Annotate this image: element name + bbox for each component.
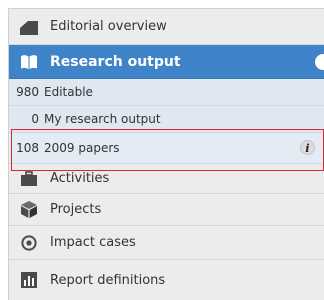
- nav-item-research-output[interactable]: Research output: [9, 45, 324, 79]
- sub-item-label: 2009 papers: [44, 141, 120, 155]
- nav-item-label: Activities: [50, 171, 110, 186]
- nav-item-label: Report definitions: [50, 272, 166, 288]
- target-icon: [20, 234, 38, 252]
- collapse-toggle[interactable]: [315, 54, 324, 70]
- nav-item-label: Editorial overview: [50, 19, 167, 34]
- nav-item-label: Impact cases: [50, 235, 136, 250]
- nav-item-activities[interactable]: Activities: [9, 164, 324, 194]
- item-count: 980: [16, 85, 39, 99]
- nav-item-label: Projects: [50, 202, 102, 217]
- sub-item-my-research-output[interactable]: 0 My research output: [9, 106, 324, 133]
- item-count: 108: [16, 141, 39, 155]
- info-icon[interactable]: i: [300, 140, 315, 155]
- nav-item-editorial-overview[interactable]: Editorial overview: [9, 9, 324, 45]
- sub-item-editable[interactable]: 980 Editable: [9, 79, 324, 106]
- nav-item-impact-cases[interactable]: Impact cases: [9, 226, 324, 260]
- book-icon: [20, 53, 38, 71]
- sub-item-label: My research output: [44, 112, 161, 126]
- nav-item-report-definitions[interactable]: Report definitions: [9, 260, 324, 300]
- chart-icon: [20, 18, 38, 36]
- briefcase-icon: [20, 170, 38, 188]
- cube-icon: [20, 201, 38, 219]
- item-count: 0: [31, 112, 39, 126]
- nav-item-label: Research output: [50, 53, 181, 70]
- bar-chart-icon: [20, 271, 38, 289]
- sub-item-2009-papers[interactable]: 108 2009 papers i: [9, 133, 324, 164]
- side-navigation: Editorial overview Research output 980 E…: [8, 8, 324, 300]
- nav-item-projects[interactable]: Projects: [9, 194, 324, 226]
- sub-item-label: Editable: [44, 85, 93, 99]
